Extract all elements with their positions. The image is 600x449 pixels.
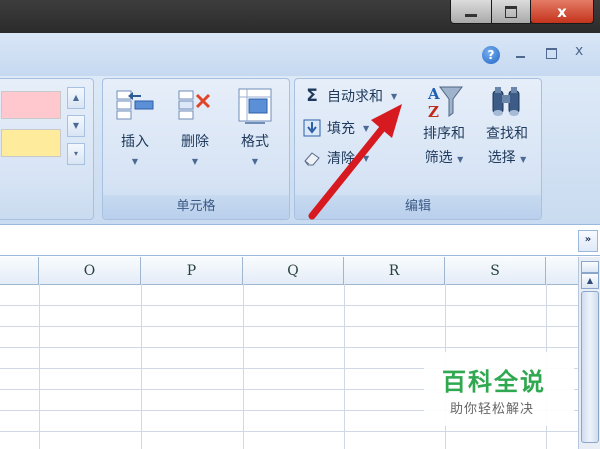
delete-button[interactable]: 删除 ▼ [167,83,223,183]
insert-label: 插入 [121,134,149,150]
styles-more-icon[interactable]: ▾ [67,143,85,165]
autosum-label: 自动求和 [327,89,383,105]
sort-filter-button[interactable]: A Z 排序和 筛选 ▼ [415,79,473,179]
insert-button[interactable]: 插入 ▼ [107,83,163,183]
scroll-thumb[interactable] [581,291,599,443]
maximize-icon [505,5,517,18]
grid-line [0,431,578,432]
editing-group-label: 编辑 [295,195,541,219]
column-header-q[interactable]: Q [243,257,344,284]
cell-style-bad-swatch[interactable] [1,91,61,119]
sort-filter-label-line2: 筛选 [424,150,453,166]
svg-text:Z: Z [428,103,439,121]
find-select-line2-wrap: 选择 ▼ [477,147,537,167]
formula-bar[interactable]: » [0,225,600,256]
editing-group: Σ 自动求和 ▼ 填充 ▼ 清除 ▼ A Z 排序和 筛选 ▼ 查找和 选择 ▼… [294,78,542,220]
column-headers: O P Q R S [0,257,578,285]
delete-cells-icon [175,87,215,125]
grid-line [141,284,142,449]
svg-text:A: A [427,85,440,103]
find-select-label-line2: 选择 [487,150,516,166]
split-handle[interactable] [581,261,599,273]
format-label: 格式 [241,134,269,150]
format-cells-icon [235,87,275,125]
eraser-icon [303,149,321,167]
column-header-s[interactable]: S [445,257,546,284]
cells-group: 插入 ▼ 删除 ▼ 格式 ▼ 单元格 [102,78,290,220]
delete-label: 删除 [181,134,209,150]
workbook-close-icon[interactable]: x [575,43,583,59]
styles-scroll-up-icon[interactable]: ▲ [67,87,85,109]
close-button[interactable]: x [530,0,594,24]
ribbon-tab-row [0,33,600,76]
close-icon: x [557,2,567,21]
sort-filter-dropdown-icon: ▼ [457,155,464,164]
grid-line [0,305,578,306]
insert-dropdown-icon: ▼ [131,157,139,166]
vertical-scrollbar[interactable]: ▲ [578,257,600,449]
styles-scroll-down-icon[interactable]: ▼ [67,115,85,137]
find-select-dropdown-icon: ▼ [520,155,527,164]
help-icon[interactable]: ? [482,46,500,64]
workbook-minimize-icon[interactable] [516,56,525,58]
sort-filter-label-line1: 排序和 [423,126,465,142]
scroll-up-icon[interactable]: ▲ [581,273,599,289]
fill-button[interactable]: 填充 ▼ [303,117,369,139]
grid-line [243,284,244,449]
ribbon: ▲ ▼ ▾ 插入 ▼ 删除 ▼ 格式 ▼ 单元格 Σ 自动求和 ▼ 填充 ▼ 清… [0,76,600,225]
autosum-dropdown-icon: ▼ [391,91,398,101]
minimize-button[interactable] [450,0,492,24]
column-header-p[interactable]: P [141,257,243,284]
clear-button[interactable]: 清除 ▼ [303,147,369,169]
fill-dropdown-icon: ▼ [363,123,370,133]
cell-style-neutral-swatch[interactable] [1,129,61,157]
sort-filter-line2-wrap: 筛选 ▼ [415,147,473,167]
styles-group: ▲ ▼ ▾ [0,78,94,220]
insert-cells-icon [115,87,155,125]
watermark: 百科全说 助你轻松解决 [424,352,574,426]
column-header-r[interactable]: R [344,257,445,284]
delete-dropdown-icon: ▼ [191,157,199,166]
find-select-label-line1: 查找和 [486,126,528,142]
binoculars-icon [487,83,527,121]
grid-line [0,326,578,327]
watermark-subtitle: 助你轻松解决 [450,402,535,417]
sigma-icon: Σ [306,86,318,106]
clear-label: 清除 [327,151,355,167]
format-dropdown-icon: ▼ [251,157,259,166]
fill-label: 填充 [327,121,355,137]
watermark-title: 百科全说 [442,368,546,396]
grid-line [344,284,345,449]
cells-group-label: 单元格 [103,195,289,219]
window-title-bar: x [0,0,600,33]
workbook-restore-icon[interactable] [546,48,557,59]
fill-down-icon [303,119,321,137]
autosum-button[interactable]: Σ 自动求和 ▼ [303,85,397,107]
maximize-button[interactable] [491,0,531,24]
minimize-icon [465,14,477,17]
find-select-button[interactable]: 查找和 选择 ▼ [477,79,537,179]
expand-formula-bar-icon[interactable]: » [578,230,598,252]
format-button[interactable]: 格式 ▼ [227,83,283,183]
column-header-partial-right[interactable] [546,257,578,284]
column-header-partial[interactable] [0,257,39,284]
grid-line [39,284,40,449]
sort-filter-icon: A Z [424,83,464,121]
clear-dropdown-icon: ▼ [363,153,370,163]
grid-line [0,347,578,348]
column-header-o[interactable]: O [39,257,141,284]
